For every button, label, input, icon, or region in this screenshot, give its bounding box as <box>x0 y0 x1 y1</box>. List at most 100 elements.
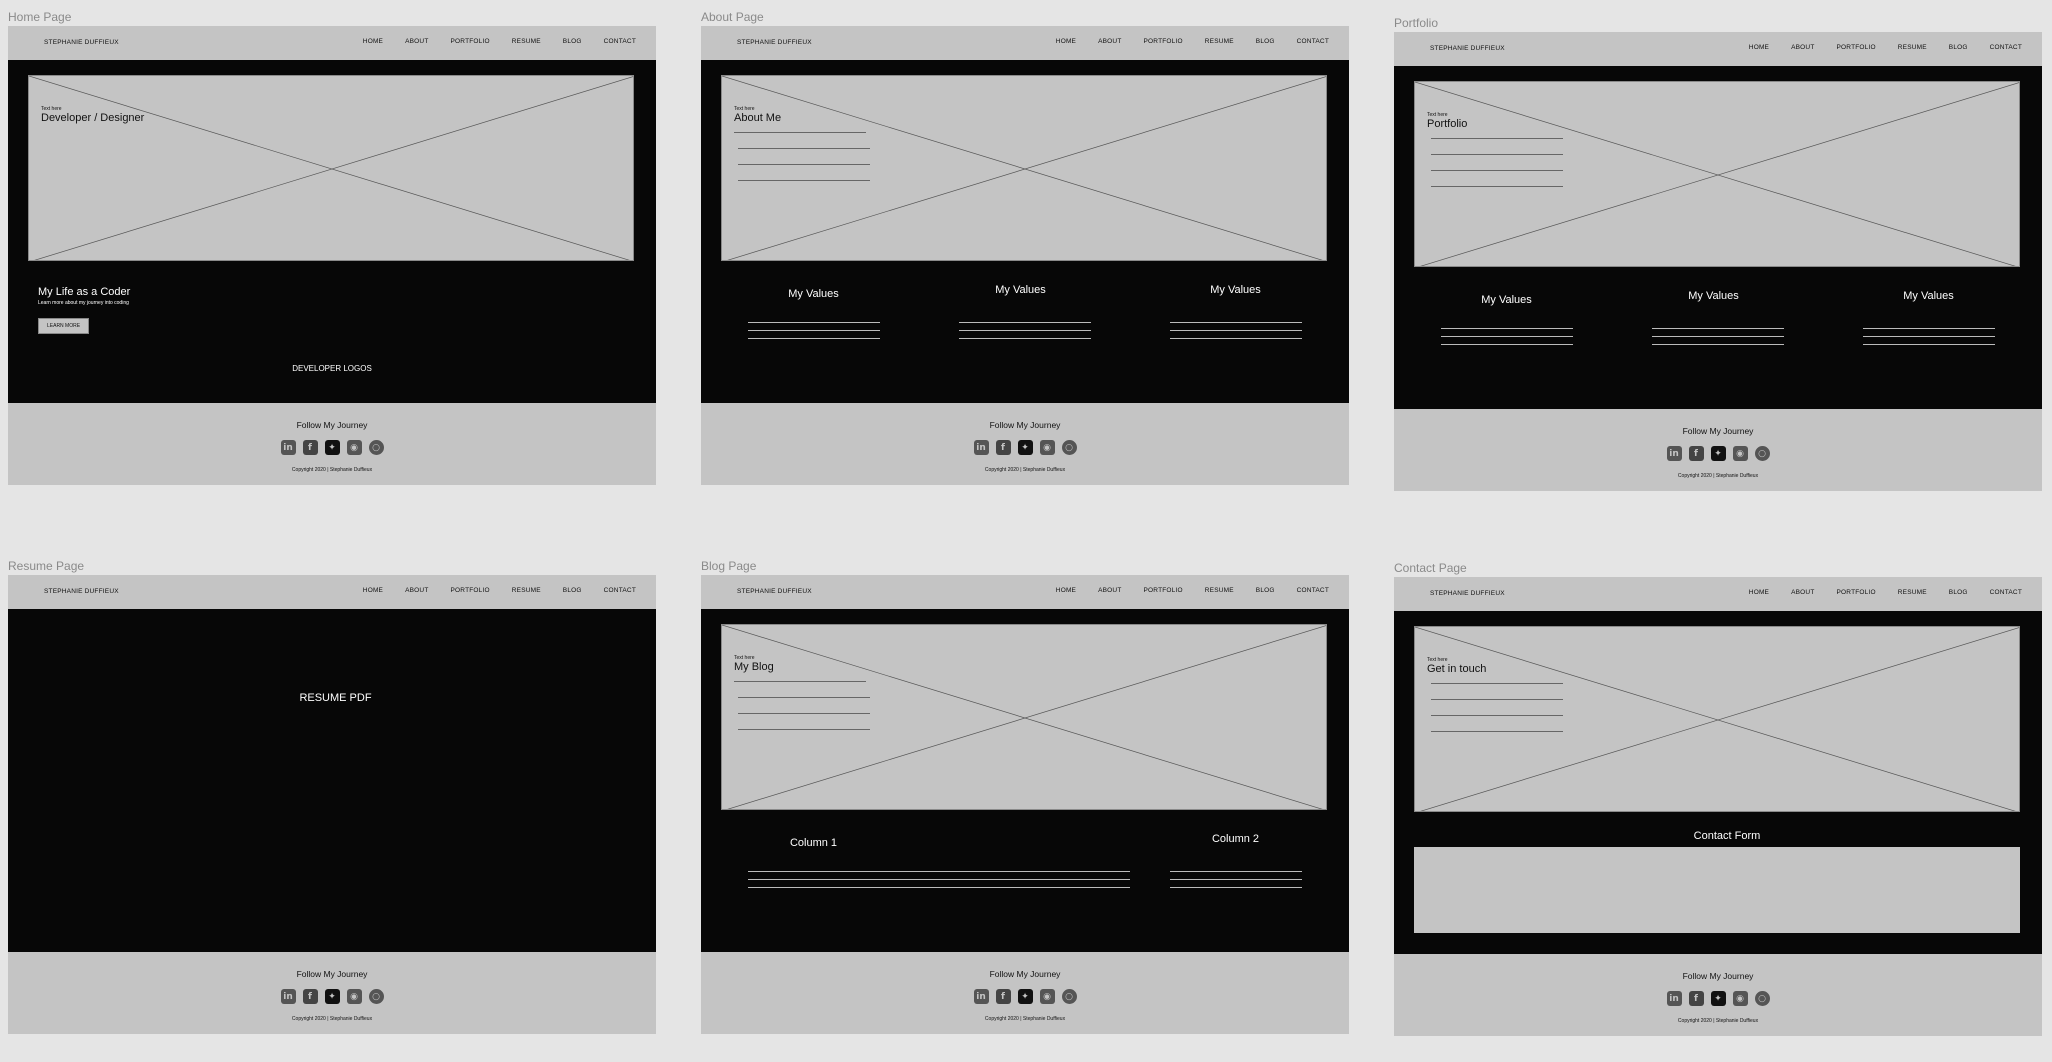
nav-blog[interactable]: BLOG <box>1256 587 1275 594</box>
text-line <box>959 338 1091 339</box>
github-icon[interactable]: ◉ <box>346 989 362 1004</box>
github-icon[interactable]: ◉ <box>346 440 362 455</box>
facebook-icon[interactable]: f <box>302 440 318 455</box>
placeholder-cross <box>1415 627 2019 811</box>
github-icon[interactable]: ◉ <box>1732 991 1748 1006</box>
twitter-icon[interactable]: ✦ <box>324 989 340 1004</box>
twitter-icon[interactable]: ✦ <box>1710 991 1726 1006</box>
text-line <box>734 681 866 682</box>
nav-contact[interactable]: CONTACT <box>1990 589 2022 596</box>
nav-home[interactable]: HOME <box>1749 589 1769 596</box>
nav-portfolio[interactable]: PORTFOLIO <box>1837 44 1876 51</box>
nav-portfolio[interactable]: PORTFOLIO <box>1837 589 1876 596</box>
nav-home[interactable]: HOME <box>363 38 383 45</box>
brand-name[interactable]: STEPHANIE DUFFIEUX <box>737 588 812 595</box>
nav-portfolio[interactable]: PORTFOLIO <box>1144 38 1183 45</box>
contact-form[interactable] <box>1414 847 2020 933</box>
navbar: STEPHANIE DUFFIEUX HOME ABOUT PORTFOLIO … <box>1394 32 2042 66</box>
twitter-icon[interactable]: ✦ <box>1017 989 1033 1004</box>
nav-blog[interactable]: BLOG <box>1256 38 1275 45</box>
twitter-icon[interactable]: ✦ <box>1017 440 1033 455</box>
navbar: STEPHANIE DUFFIEUX HOME ABOUT PORTFOLIO … <box>701 575 1349 609</box>
text-line <box>1170 338 1302 339</box>
nav-blog[interactable]: BLOG <box>1949 589 1968 596</box>
twitter-icon[interactable]: ✦ <box>324 440 340 455</box>
facebook-icon[interactable]: f <box>995 440 1011 455</box>
nav-resume[interactable]: RESUME <box>1898 44 1927 51</box>
nav-contact[interactable]: CONTACT <box>1297 38 1329 45</box>
nav-home[interactable]: HOME <box>1056 38 1076 45</box>
main-section: Text here Get in touch Contact Form <box>1394 611 2042 954</box>
nav-about[interactable]: ABOUT <box>405 38 428 45</box>
instagram-icon[interactable]: ○ <box>1061 440 1077 455</box>
copyright: Copyright 2020 | Stephanie Duffieux <box>1677 1018 1759 1024</box>
linkedin-icon[interactable]: in <box>1666 991 1682 1006</box>
footer: Follow My Journey in f ✦ ◉ ○ Copyright 2… <box>8 952 656 1034</box>
nav-resume[interactable]: RESUME <box>1205 38 1234 45</box>
frame-title-contact: Contact Page <box>1394 561 1467 575</box>
brand-name[interactable]: STEPHANIE DUFFIEUX <box>44 39 119 46</box>
instagram-icon[interactable]: ○ <box>1754 991 1770 1006</box>
instagram-icon[interactable]: ○ <box>368 989 384 1004</box>
brand-name[interactable]: STEPHANIE DUFFIEUX <box>1430 590 1505 597</box>
nav-about[interactable]: ABOUT <box>1098 587 1121 594</box>
hero-image-placeholder: Text here My Blog <box>721 624 1327 810</box>
footer: Follow My Journey in f ✦ ◉ ○ Copyright 2… <box>701 403 1349 485</box>
instagram-icon[interactable]: ○ <box>368 440 384 455</box>
brand-name[interactable]: STEPHANIE DUFFIEUX <box>44 588 119 595</box>
text-line <box>1441 344 1573 345</box>
nav-portfolio[interactable]: PORTFOLIO <box>451 38 490 45</box>
nav-resume[interactable]: RESUME <box>1898 589 1927 596</box>
nav-resume[interactable]: RESUME <box>1205 587 1234 594</box>
nav-home[interactable]: HOME <box>363 587 383 594</box>
nav-menu: HOME ABOUT PORTFOLIO RESUME BLOG CONTACT <box>341 587 636 594</box>
linkedin-icon[interactable]: in <box>973 989 989 1004</box>
nav-resume[interactable]: RESUME <box>512 38 541 45</box>
nav-portfolio[interactable]: PORTFOLIO <box>1144 587 1183 594</box>
follow-heading: Follow My Journey <box>296 969 368 979</box>
copyright: Copyright 2020 | Stephanie Duffieux <box>291 467 373 473</box>
nav-blog[interactable]: BLOG <box>563 38 582 45</box>
nav-about[interactable]: ABOUT <box>405 587 428 594</box>
nav-about[interactable]: ABOUT <box>1791 44 1814 51</box>
twitter-icon[interactable]: ✦ <box>1710 446 1726 461</box>
text-line <box>959 322 1091 323</box>
facebook-icon[interactable]: f <box>302 989 318 1004</box>
instagram-icon[interactable]: ○ <box>1061 989 1077 1004</box>
nav-about[interactable]: ABOUT <box>1098 38 1121 45</box>
nav-contact[interactable]: CONTACT <box>1990 44 2022 51</box>
instagram-icon[interactable]: ○ <box>1754 446 1770 461</box>
text-line <box>1431 715 1563 716</box>
linkedin-icon[interactable]: in <box>1666 446 1682 461</box>
facebook-icon[interactable]: f <box>1688 446 1704 461</box>
brand-name[interactable]: STEPHANIE DUFFIEUX <box>1430 45 1505 52</box>
linkedin-icon[interactable]: in <box>973 440 989 455</box>
nav-portfolio[interactable]: PORTFOLIO <box>451 587 490 594</box>
values-title: My Values <box>1210 284 1261 296</box>
facebook-icon[interactable]: f <box>995 989 1011 1004</box>
nav-blog[interactable]: BLOG <box>1949 44 1968 51</box>
nav-home[interactable]: HOME <box>1749 44 1769 51</box>
nav-contact[interactable]: CONTACT <box>1297 587 1329 594</box>
github-icon[interactable]: ◉ <box>1732 446 1748 461</box>
brand-name[interactable]: STEPHANIE DUFFIEUX <box>737 39 812 46</box>
nav-about[interactable]: ABOUT <box>1791 589 1814 596</box>
facebook-icon[interactable]: f <box>1688 991 1704 1006</box>
footer: Follow My Journey in f ✦ ◉ ○ Copyright 2… <box>701 952 1349 1034</box>
nav-contact[interactable]: CONTACT <box>604 587 636 594</box>
github-icon[interactable]: ◉ <box>1039 989 1055 1004</box>
nav-blog[interactable]: BLOG <box>563 587 582 594</box>
follow-heading: Follow My Journey <box>1682 426 1754 436</box>
follow-heading: Follow My Journey <box>989 969 1061 979</box>
learn-more-button[interactable]: LEARN MORE <box>38 318 90 334</box>
nav-resume[interactable]: RESUME <box>512 587 541 594</box>
main-section: Text here My Blog Column 1 Column 2 <box>701 609 1349 952</box>
nav-contact[interactable]: CONTACT <box>604 38 636 45</box>
hero-title: Get in touch <box>1427 663 1487 675</box>
text-line <box>1441 328 1573 329</box>
github-icon[interactable]: ◉ <box>1039 440 1055 455</box>
linkedin-icon[interactable]: in <box>280 989 296 1004</box>
nav-home[interactable]: HOME <box>1056 587 1076 594</box>
linkedin-icon[interactable]: in <box>280 440 296 455</box>
text-line <box>738 180 870 181</box>
